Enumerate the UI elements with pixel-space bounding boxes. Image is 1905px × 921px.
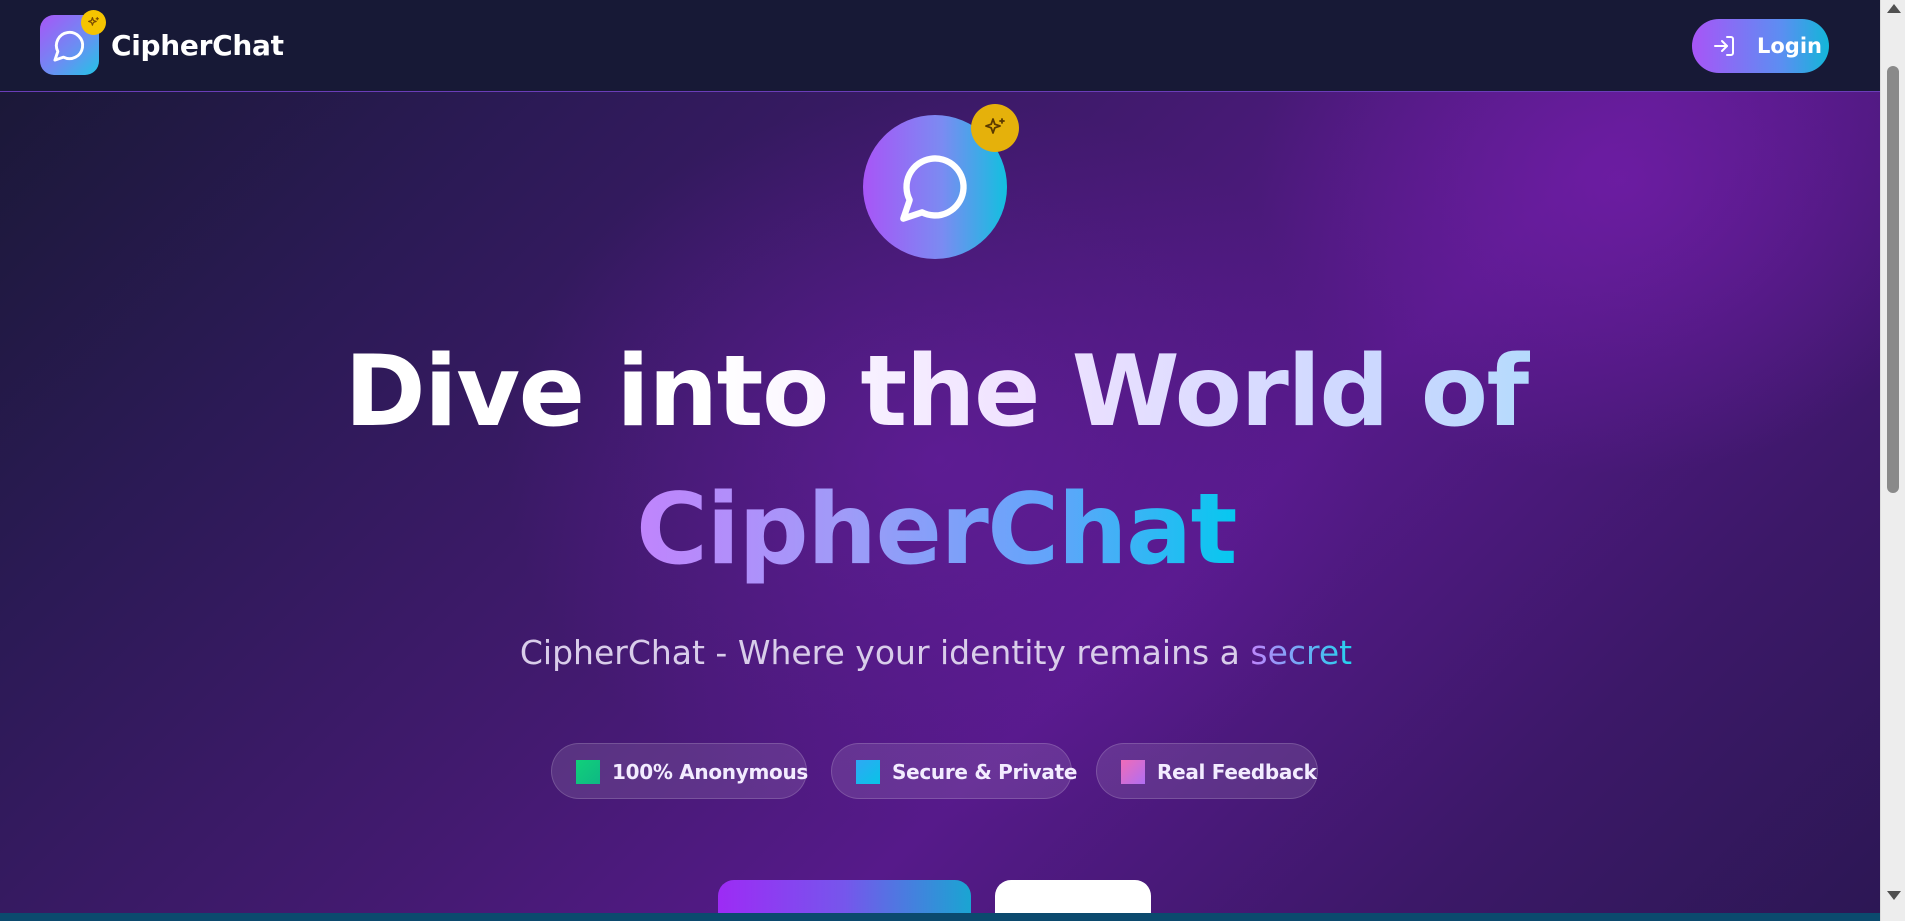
top-navbar: CipherChat Login (0, 0, 1905, 92)
hero-tagline: CipherChat - Where your identity remains… (0, 630, 1872, 676)
chat-bubble-icon (900, 155, 967, 222)
feature-color-swatch (576, 760, 600, 784)
brand-name[interactable]: CipherChat (111, 27, 284, 65)
scroll-up-arrow-icon[interactable] (1887, 4, 1901, 13)
login-label: Login (1757, 34, 1822, 58)
brand-badge (81, 10, 106, 35)
tagline-text: CipherChat - Where your identity remains… (519, 633, 1251, 672)
feature-color-swatch (1121, 760, 1145, 784)
scroll-down-arrow-icon[interactable] (1887, 891, 1901, 900)
hero-sparkle-badge (971, 104, 1019, 152)
tagline-accent: secret (1250, 633, 1353, 672)
page: CipherChat Login Dive into the World of … (0, 0, 1905, 921)
chat-bubble-icon (53, 30, 85, 62)
feature-label: Secure & Private (892, 760, 1078, 784)
feature-label: 100% Anonymous (612, 760, 809, 784)
scrollbar-thumb[interactable] (1887, 66, 1899, 493)
feature-pill-feedback: Real Feedback (1096, 743, 1318, 799)
hero-headline: Dive into the World of (0, 322, 1872, 462)
bottom-edge (0, 913, 1880, 921)
hero-headline-brand: CipherChat (0, 460, 1872, 600)
feature-pill-anonymous: 100% Anonymous (551, 743, 809, 799)
vertical-scrollbar[interactable] (1880, 0, 1905, 921)
feature-pill-secure: Secure & Private (831, 743, 1077, 799)
sparkles-icon (985, 118, 1005, 134)
hero-headline-brand-text: CipherChat (636, 473, 1237, 587)
log-in-icon (1714, 36, 1734, 56)
login-button[interactable]: Login (1692, 19, 1829, 73)
feature-color-swatch (856, 760, 880, 784)
sparkles-icon (88, 17, 99, 26)
feature-label: Real Feedback (1157, 760, 1317, 784)
